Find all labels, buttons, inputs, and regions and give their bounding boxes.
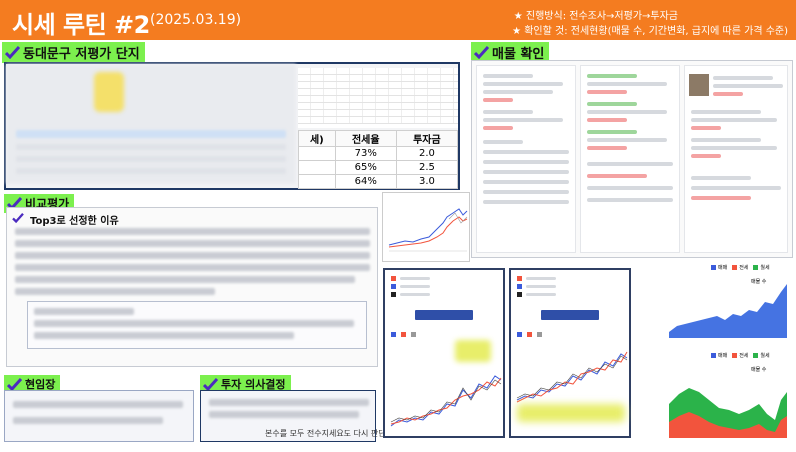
listing-column-2 — [580, 65, 680, 253]
listing-column-1 — [476, 65, 576, 253]
listings-card — [471, 60, 793, 258]
chart-b-button[interactable] — [541, 310, 599, 320]
header-bar: 시세 루틴 #2 (2025.03.19) ★ 진행방식: 전수조사→저평가→투… — [0, 0, 796, 40]
table-row: 64% 3.0 — [298, 174, 459, 189]
listing-area-chart: 매매 전세 월세 매물 수 — [655, 350, 793, 444]
summary-header-3: 투자금 — [395, 130, 459, 147]
checkmark-icon — [474, 46, 489, 59]
table-row: 65% 2.5 — [298, 160, 459, 175]
listing-area-plot — [669, 388, 787, 438]
summary-header-1: 세) — [298, 130, 336, 147]
page: 시세 루틴 #2 (2025.03.19) ★ 진행방식: 전수조사→저평가→투… — [0, 0, 796, 452]
field-card — [4, 390, 194, 442]
chart-a-button[interactable] — [415, 310, 473, 320]
checkmark-icon — [7, 377, 22, 391]
complex-chart-a — [383, 268, 505, 438]
page-title: 시세 루틴 #2 — [12, 11, 150, 39]
highlight-blob — [94, 72, 124, 112]
price-line-chart-svg — [388, 208, 468, 252]
section-label-dongdaemun: 동대문구 저평가 단지 — [2, 42, 145, 63]
chart-a-plot — [390, 375, 502, 427]
checkmark-icon — [203, 377, 218, 391]
checkmark-icon — [5, 46, 20, 59]
listing-photo — [689, 74, 709, 96]
header-note-method: ★ 진행방식: 전수조사→저평가→투자금 — [513, 11, 678, 22]
top3-heading-text: Top3로 선정한 이유 — [30, 216, 119, 227]
undervalued-table-card: 세) 전세율 투자금 73% 2.0 65% 2.5 64% 3.0 — [4, 62, 460, 190]
top3-heading: Top3로 선정한 이유 — [12, 212, 119, 227]
listing-area-legend: 매매 전세 월세 — [711, 352, 770, 359]
complex-chart-b — [509, 268, 631, 438]
comparison-card: Top3로 선정한 이유 — [6, 207, 378, 367]
chart-b-plot — [516, 351, 628, 403]
summary-header-2: 전세율 — [334, 130, 397, 147]
listing-count-chart: 매매 전세 월세 매물 수 — [655, 262, 793, 344]
listing-count-legend: 매매 전세 월세 — [711, 264, 770, 271]
blurred-table — [6, 64, 296, 184]
checkmark-icon — [12, 213, 27, 226]
listing-column-3 — [684, 65, 788, 253]
table-row: 73% 2.0 — [298, 146, 459, 161]
listing-count-plot — [669, 284, 787, 338]
summary-table: 세) 전세율 투자금 73% 2.0 65% 2.5 64% 3.0 — [298, 130, 459, 189]
price-line-chart — [382, 192, 470, 262]
comparison-note-box — [27, 301, 367, 349]
page-date: (2025.03.19) — [150, 12, 242, 28]
section-label-text: 동대문구 저평가 단지 — [23, 47, 140, 62]
mini-data-table — [298, 68, 458, 128]
header-note-check: ★ 확인할 것: 전세현황(매물 수, 기간변화, 급지에 따른 가격 수준) — [512, 26, 788, 37]
